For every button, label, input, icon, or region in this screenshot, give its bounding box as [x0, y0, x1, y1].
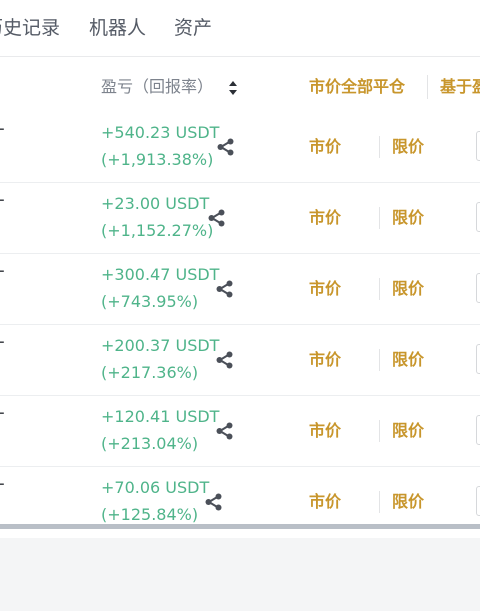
position-row: T +300.47 USDT (+743.95%) 市价 限价 — [0, 254, 480, 325]
symbol-stub: T — [0, 409, 4, 429]
pnl-rate: (+125.84%) — [101, 505, 199, 524]
limit-close-button[interactable]: 限价 — [392, 208, 424, 228]
position-row: T +120.41 USDT (+213.04%) 市价 限价 — [0, 396, 480, 467]
share-icon[interactable] — [207, 208, 227, 228]
market-close-button[interactable]: 市价 — [309, 208, 341, 228]
table-header: 盈亏（回报率） 市价全部平仓 基于盈 — [0, 58, 480, 112]
market-close-button[interactable]: 市价 — [309, 137, 341, 157]
pnl-value: +300.47 USDT — [101, 265, 220, 284]
row-edge-control[interactable] — [476, 344, 480, 374]
row-divider — [379, 136, 380, 158]
share-icon[interactable] — [215, 350, 235, 370]
symbol-stub: T — [0, 480, 4, 500]
pnl-column-header[interactable]: 盈亏（回报率） — [101, 77, 213, 97]
pnl-value: +540.23 USDT — [101, 123, 220, 142]
pnl-value: +120.41 USDT — [101, 407, 220, 426]
pnl-rate: (+1,152.27%) — [101, 221, 214, 240]
bottom-gap — [0, 529, 480, 538]
row-divider — [379, 491, 380, 513]
bottom-panel — [0, 538, 480, 611]
based-on-button[interactable]: 基于盈 — [440, 77, 480, 97]
position-row: T +200.37 USDT (+217.36%) 市价 限价 — [0, 325, 480, 396]
market-close-button[interactable]: 市价 — [309, 492, 341, 512]
position-row: T +23.00 USDT (+1,152.27%) 市价 限价 — [0, 183, 480, 254]
pnl-value: +200.37 USDT — [101, 336, 220, 355]
limit-close-button[interactable]: 限价 — [392, 279, 424, 299]
symbol-stub: T — [0, 338, 4, 358]
share-icon[interactable] — [216, 137, 236, 157]
row-divider — [379, 278, 380, 300]
row-edge-control[interactable] — [476, 131, 480, 161]
row-edge-control[interactable] — [476, 486, 480, 516]
limit-close-button[interactable]: 限价 — [392, 137, 424, 157]
row-edge-control[interactable] — [476, 202, 480, 232]
share-icon[interactable] — [204, 492, 224, 512]
tab-assets[interactable]: 资产 — [174, 16, 212, 40]
pnl-rate: (+217.36%) — [101, 363, 199, 382]
symbol-stub: T — [0, 196, 4, 216]
limit-close-button[interactable]: 限价 — [392, 350, 424, 370]
header-divider — [427, 75, 428, 99]
row-divider — [379, 420, 380, 442]
market-close-button[interactable]: 市价 — [309, 421, 341, 441]
row-edge-control[interactable] — [476, 273, 480, 303]
sort-icon[interactable] — [228, 80, 238, 96]
share-icon[interactable] — [215, 421, 235, 441]
limit-close-button[interactable]: 限价 — [392, 421, 424, 441]
close-all-market-button[interactable]: 市价全部平仓 — [309, 77, 405, 97]
pnl-value: +70.06 USDT — [101, 478, 210, 497]
tab-bar: 历史记录 机器人 资产 — [0, 0, 480, 57]
pnl-rate: (+213.04%) — [101, 434, 199, 453]
pnl-rate: (+743.95%) — [101, 292, 199, 311]
market-close-button[interactable]: 市价 — [309, 279, 341, 299]
positions-page: 历史记录 机器人 资产 盈亏（回报率） 市价全部平仓 基于盈 T +540.23… — [0, 0, 480, 611]
limit-close-button[interactable]: 限价 — [392, 492, 424, 512]
pnl-rate: (+1,913.38%) — [101, 150, 214, 169]
row-divider — [379, 207, 380, 229]
row-edge-control[interactable] — [476, 415, 480, 445]
position-row: T +540.23 USDT (+1,913.38%) 市价 限价 — [0, 112, 480, 183]
symbol-stub: T — [0, 125, 4, 145]
row-divider — [379, 349, 380, 371]
pnl-value: +23.00 USDT — [101, 194, 210, 213]
tab-robot[interactable]: 机器人 — [89, 16, 146, 40]
positions-list: T +540.23 USDT (+1,913.38%) 市价 限价 T +23.… — [0, 112, 480, 538]
share-icon[interactable] — [215, 279, 235, 299]
symbol-stub: T — [0, 267, 4, 287]
tab-history[interactable]: 历史记录 — [0, 16, 60, 40]
market-close-button[interactable]: 市价 — [309, 350, 341, 370]
